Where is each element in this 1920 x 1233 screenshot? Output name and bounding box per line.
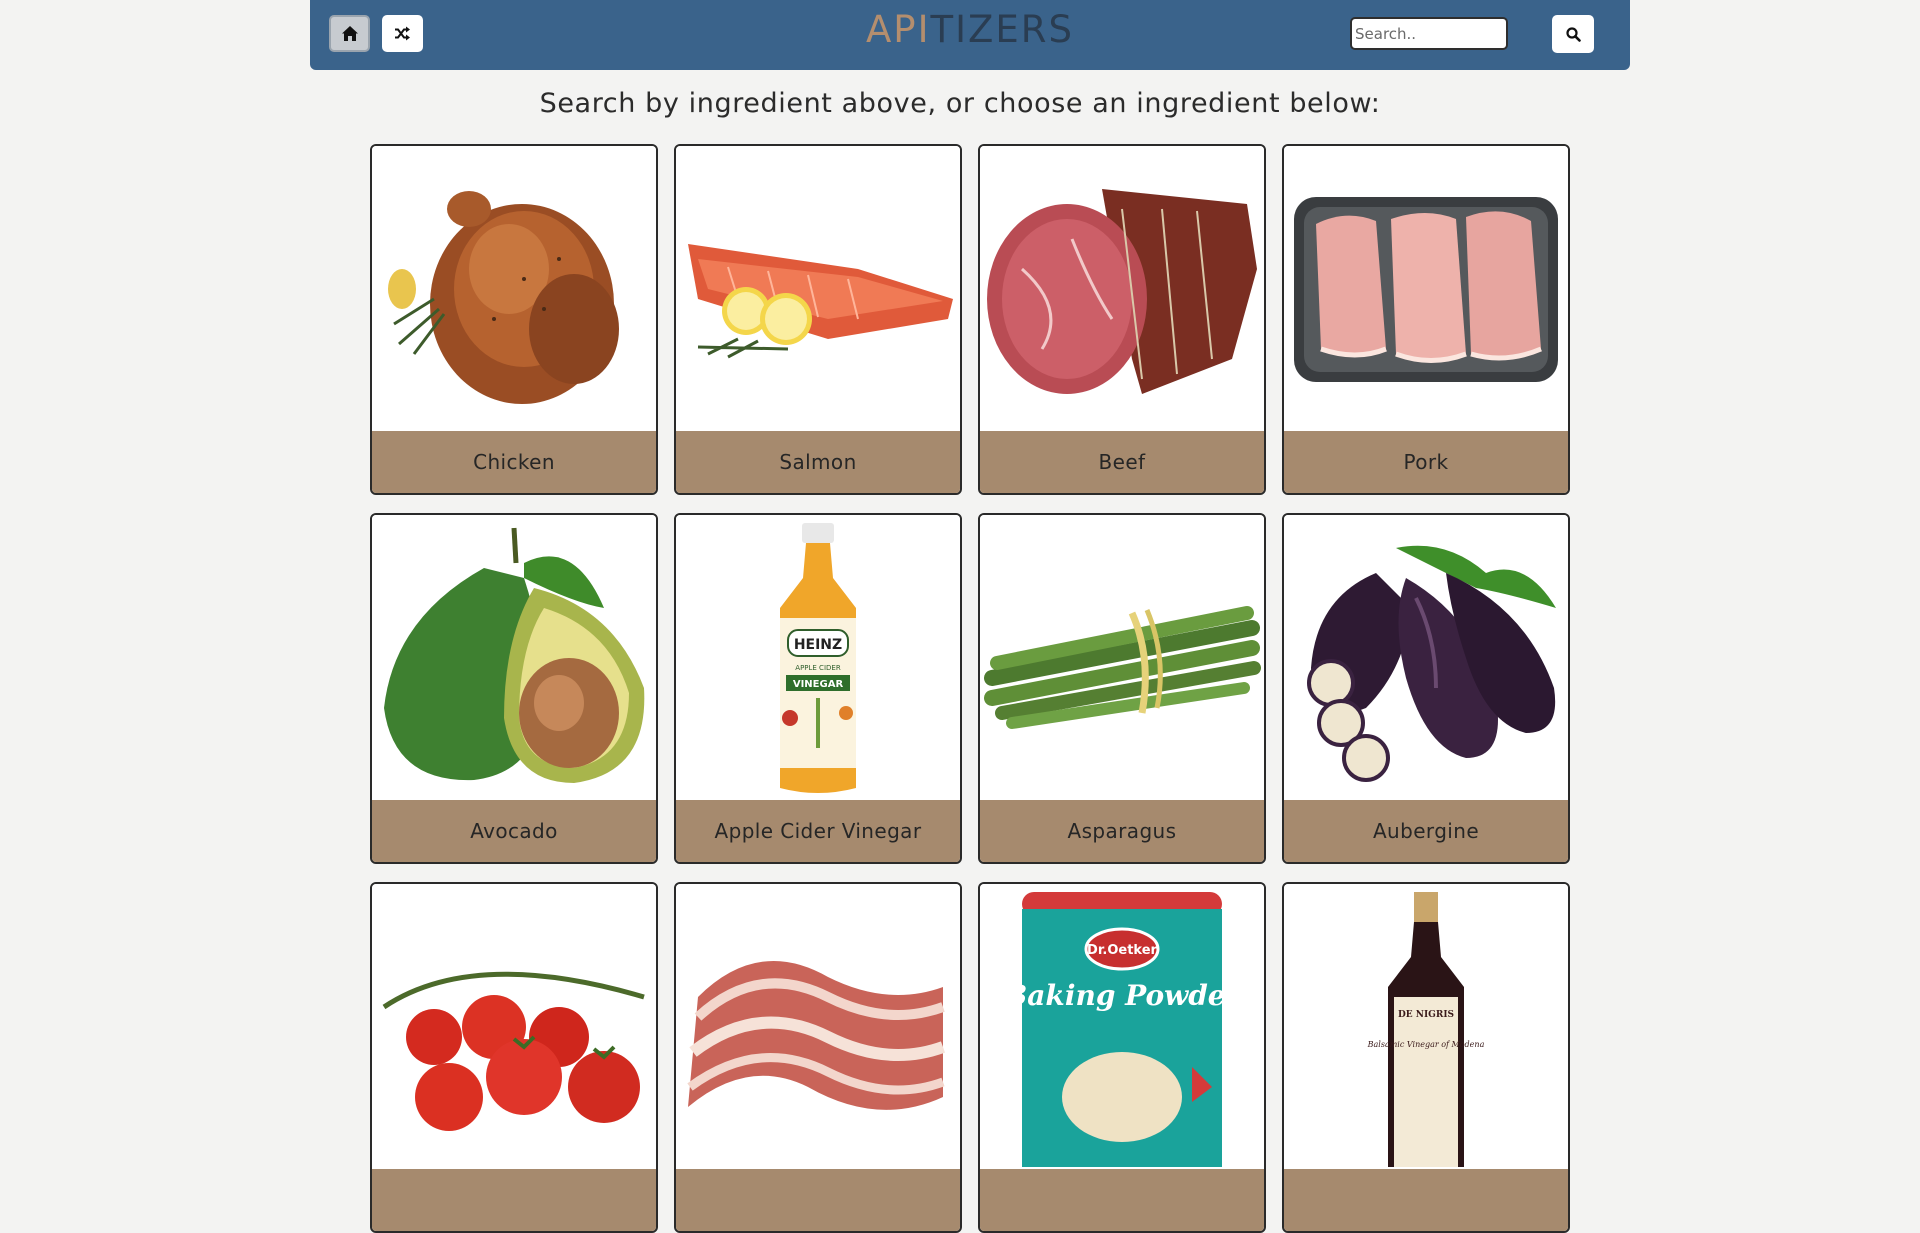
salmon-image xyxy=(676,146,960,431)
ingredient-card-avocado[interactable]: Avocado xyxy=(370,513,658,864)
ingredient-card-pork[interactable]: Pork xyxy=(1282,144,1570,495)
baking-powder-image: Dr.Oetker Baking Powder xyxy=(980,884,1264,1169)
ingredient-label xyxy=(1284,1169,1568,1231)
ingredient-card-chicken[interactable]: Chicken xyxy=(370,144,658,495)
ingredient-label: Apple Cider Vinegar xyxy=(676,800,960,862)
vinegar-product: APPLE CIDER xyxy=(795,664,841,672)
vinegar-brand: HEINZ xyxy=(794,637,842,653)
ingredient-card-asparagus[interactable]: Asparagus xyxy=(978,513,1266,864)
ingredient-label: Avocado xyxy=(372,800,656,862)
ingredient-card-salmon[interactable]: Salmon xyxy=(674,144,962,495)
tomatoes-image xyxy=(372,884,656,1169)
ingredient-label xyxy=(676,1169,960,1231)
ingredient-card-balsamic-vinegar[interactable]: DE NIGRIS Balsamic Vinegar of Modena xyxy=(1282,882,1570,1233)
apple-cider-vinegar-image: HEINZ APPLE CIDER VINEGAR xyxy=(676,515,960,800)
vinegar-name: VINEGAR xyxy=(793,679,844,690)
search-button[interactable] xyxy=(1552,15,1594,53)
ingredient-label: Pork xyxy=(1284,431,1568,493)
baking-brand: Dr.Oetker xyxy=(1087,943,1157,958)
ingredient-card-aubergine[interactable]: Aubergine xyxy=(1282,513,1570,864)
brand-prefix: API xyxy=(866,8,931,51)
top-navbar: APITIZERS xyxy=(310,0,1630,70)
ingredient-card-apple-cider-vinegar[interactable]: HEINZ APPLE CIDER VINEGAR Apple Cider Vi… xyxy=(674,513,962,864)
balsamic-name: Balsamic Vinegar of Modena xyxy=(1367,1040,1485,1049)
ingredient-card-baking-powder[interactable]: Dr.Oetker Baking Powder xyxy=(978,882,1266,1233)
asparagus-image xyxy=(980,515,1264,800)
balsamic-brand: DE NIGRIS xyxy=(1398,1010,1454,1020)
search-icon xyxy=(1565,26,1581,42)
ingredient-card-bacon[interactable] xyxy=(674,882,962,1233)
search-input[interactable] xyxy=(1350,17,1508,50)
ingredient-grid: Chicken Salmon Beef Pork Avocado HEINZ A… xyxy=(370,144,1570,1233)
ingredient-label: Aubergine xyxy=(1284,800,1568,862)
bacon-image xyxy=(676,884,960,1169)
ingredient-label: Chicken xyxy=(372,431,656,493)
ingredient-card-beef[interactable]: Beef xyxy=(978,144,1266,495)
ingredient-label xyxy=(372,1169,656,1231)
page-subtitle: Search by ingredient above, or choose an… xyxy=(539,88,1381,119)
beef-image xyxy=(980,146,1264,431)
aubergine-image xyxy=(1284,515,1568,800)
ingredient-label xyxy=(980,1169,1264,1231)
chicken-image xyxy=(372,146,656,431)
pork-image xyxy=(1284,146,1568,431)
ingredient-label: Beef xyxy=(980,431,1264,493)
baking-name: Baking Powder xyxy=(1003,979,1243,1012)
avocado-image xyxy=(372,515,656,800)
ingredient-label: Salmon xyxy=(676,431,960,493)
ingredient-card-tomatoes[interactable] xyxy=(370,882,658,1233)
brand-suffix: TIZERS xyxy=(930,8,1074,51)
ingredient-label: Asparagus xyxy=(980,800,1264,862)
balsamic-vinegar-image: DE NIGRIS Balsamic Vinegar of Modena xyxy=(1284,884,1568,1169)
